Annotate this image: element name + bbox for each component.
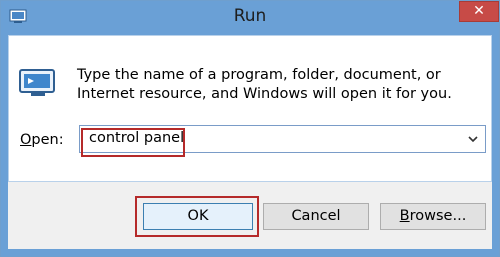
open-label-text: pen: [31,132,64,148]
ok-button[interactable]: OK [143,203,253,230]
close-button[interactable]: ✕ [459,1,499,22]
dialog-body: Type the name of a program, folder, docu… [8,35,492,182]
run-dialog: Run ✕ Type the name of a program, folder… [0,0,500,257]
cancel-button[interactable]: Cancel [263,203,369,230]
open-label: Open: [20,132,64,148]
browse-button[interactable]: Browse... [380,203,486,230]
browse-label: rowse... [409,208,467,224]
chevron-down-icon[interactable] [467,134,479,144]
button-bar: OK Cancel Browse... [8,182,492,249]
run-program-icon [19,69,55,96]
browse-accelerator: B [399,208,410,224]
instruction-text: Type the name of a program, folder, docu… [77,67,452,102]
input-highlight-box [81,128,185,157]
close-icon: ✕ [473,3,485,19]
open-label-accelerator: O [20,132,32,148]
title-bar[interactable]: Run ✕ [1,1,499,35]
window-title: Run [233,6,267,26]
